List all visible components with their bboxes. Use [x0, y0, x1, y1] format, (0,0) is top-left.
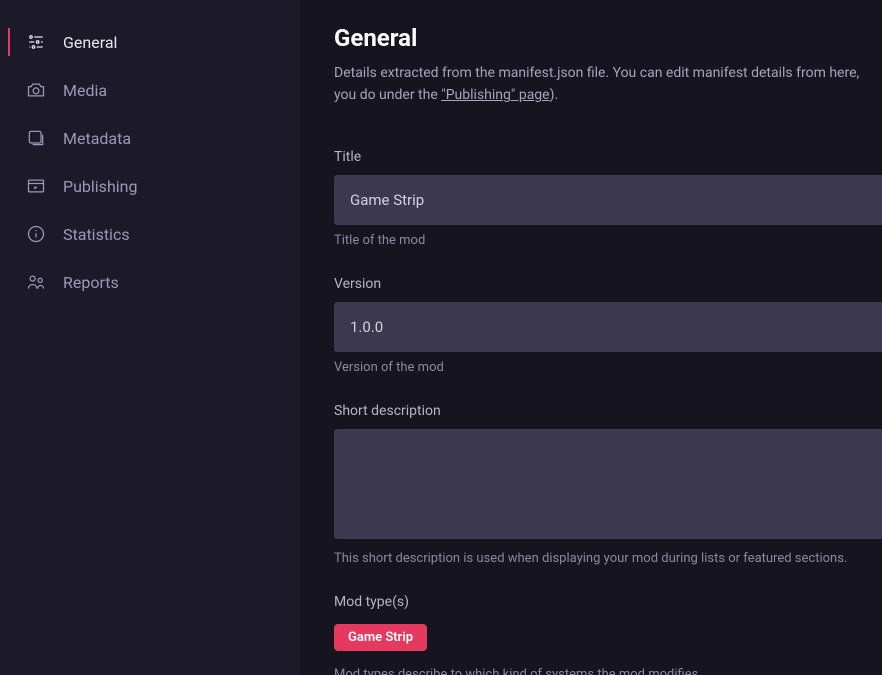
- mod-types-field-group: Mod type(s) Game Strip Mod types describ…: [334, 594, 882, 675]
- sidebar-item-label: Statistics: [63, 225, 130, 244]
- sidebar-item-label: Metadata: [63, 129, 131, 148]
- title-field-group: Title Title of the mod: [334, 149, 882, 248]
- page-title: General: [334, 24, 882, 52]
- sidebar-item-label: General: [63, 33, 117, 52]
- version-label: Version: [334, 276, 882, 292]
- title-label: Title: [334, 149, 882, 165]
- page-desc-prefix: Details extracted from the manifest.json…: [334, 65, 859, 103]
- page-desc-suffix: ).: [550, 87, 559, 103]
- title-helper: Title of the mod: [334, 233, 882, 248]
- short-desc-field-group: Short description This short description…: [334, 403, 882, 566]
- version-input[interactable]: [334, 302, 882, 352]
- publish-icon: [26, 176, 46, 196]
- sidebar-item-media[interactable]: Media: [0, 66, 300, 114]
- sliders-icon: [26, 32, 46, 52]
- sidebar-item-metadata[interactable]: Metadata: [0, 114, 300, 162]
- sidebar-item-general[interactable]: General: [0, 18, 300, 66]
- short-desc-helper: This short description is used when disp…: [334, 551, 882, 566]
- sidebar: General Media Metadata Publishing Statis…: [0, 0, 300, 675]
- sidebar-item-label: Publishing: [63, 177, 137, 196]
- sidebar-item-reports[interactable]: Reports: [0, 258, 300, 306]
- sidebar-item-label: Media: [63, 81, 107, 100]
- mod-types-helper: Mod types describe to which kind of syst…: [334, 667, 882, 675]
- mod-type-tag[interactable]: Game Strip: [334, 624, 427, 651]
- layers-icon: [26, 128, 46, 148]
- short-desc-label: Short description: [334, 403, 882, 419]
- sidebar-item-statistics[interactable]: Statistics: [0, 210, 300, 258]
- page-description: Details extracted from the manifest.json…: [334, 62, 882, 107]
- camera-icon: [26, 80, 46, 100]
- reports-icon: [26, 272, 46, 292]
- sidebar-item-label: Reports: [63, 273, 119, 292]
- version-helper: Version of the mod: [334, 360, 882, 375]
- title-input[interactable]: [334, 175, 882, 225]
- version-field-group: Version Version of the mod: [334, 276, 882, 375]
- main-content: General Details extracted from the manif…: [300, 0, 882, 675]
- sidebar-item-publishing[interactable]: Publishing: [0, 162, 300, 210]
- publishing-page-link[interactable]: "Publishing" page: [441, 87, 549, 103]
- short-desc-input[interactable]: [334, 429, 882, 539]
- mod-types-label: Mod type(s): [334, 594, 882, 610]
- info-icon: [26, 224, 46, 244]
